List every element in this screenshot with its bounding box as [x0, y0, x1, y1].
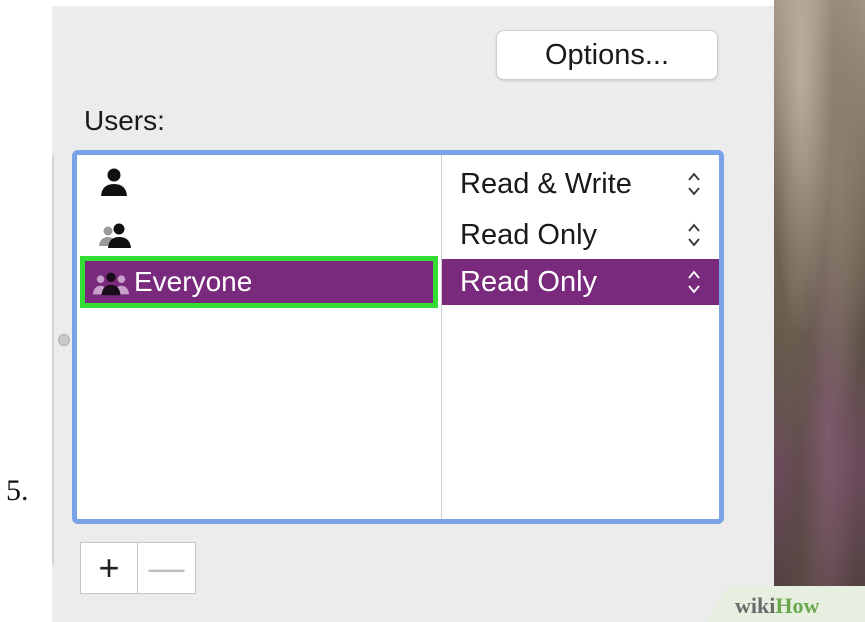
group-icon [97, 218, 135, 252]
stepper-icon[interactable] [687, 220, 701, 250]
remove-user-button[interactable]: — [138, 542, 196, 594]
add-user-button[interactable]: + [80, 542, 138, 594]
table-row-group[interactable] [77, 213, 441, 257]
permission-value: Read Only [460, 265, 598, 298]
highlight-box [80, 256, 438, 308]
desktop-background-image [774, 0, 865, 622]
users-label: Users: [84, 105, 165, 136]
options-button[interactable]: Options... [496, 30, 718, 80]
stepper-icon[interactable] [687, 267, 701, 297]
permission-select[interactable]: Read Only [442, 259, 719, 305]
resize-handle[interactable] [58, 334, 70, 346]
panel-edge [52, 155, 54, 565]
stepper-icon[interactable] [687, 169, 701, 199]
step-number: 5. [6, 474, 29, 507]
permission-select[interactable]: Read & Write [442, 162, 719, 206]
permission-value: Read Only [460, 218, 598, 251]
permission-value: Read & Write [460, 167, 632, 200]
single-user-icon [97, 165, 135, 199]
permission-select[interactable]: Read Only [442, 213, 719, 257]
watermark-logo: wikiHow [735, 593, 820, 618]
add-remove-buttons: + — [80, 542, 196, 594]
users-permissions-table [72, 150, 724, 524]
table-row-user[interactable] [77, 160, 441, 204]
column-divider [441, 155, 442, 519]
